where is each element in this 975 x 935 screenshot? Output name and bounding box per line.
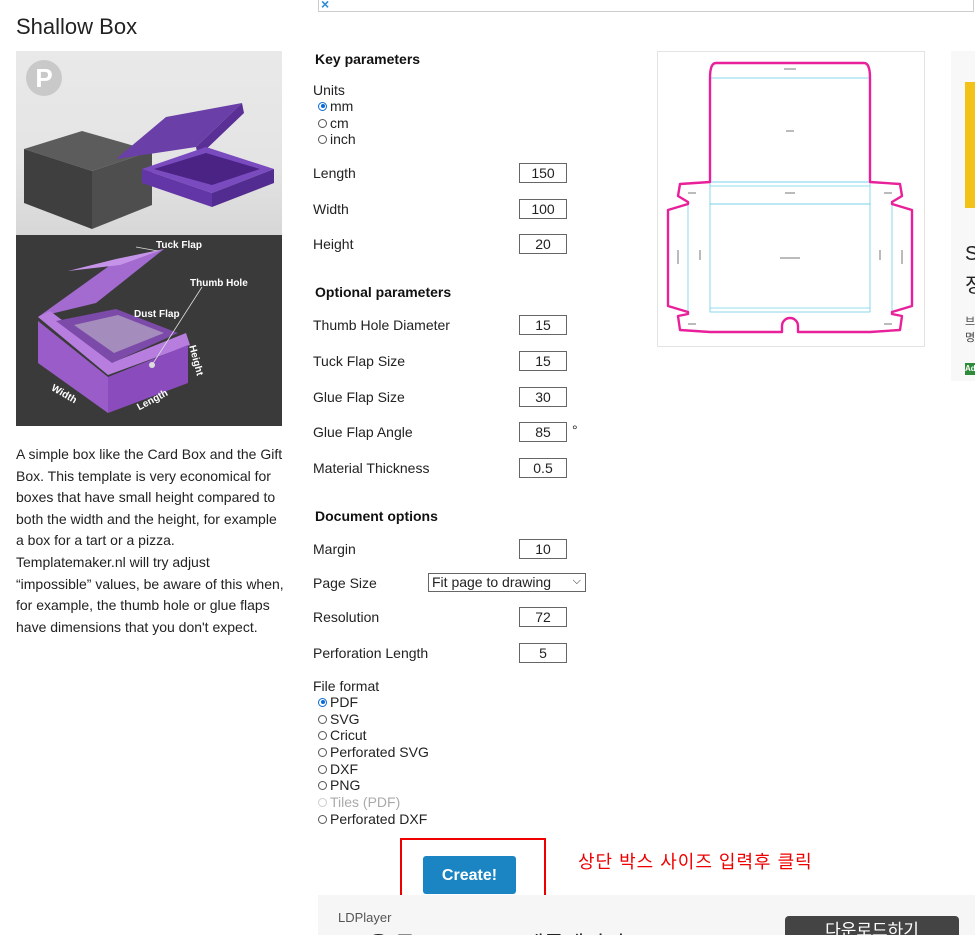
ad-badge: Ad bbox=[965, 363, 975, 375]
unit-option-mm[interactable]: mm bbox=[313, 98, 356, 115]
radio-icon[interactable] bbox=[318, 118, 327, 128]
length-input[interactable] bbox=[519, 163, 567, 183]
ad-close-icon[interactable]: × bbox=[321, 0, 329, 12]
product-photo: P bbox=[16, 51, 282, 235]
perforation-input[interactable] bbox=[519, 643, 567, 663]
bottom-ad-banner[interactable]: LDPlayer PC용 무료 Android 에뮬레이터 다운로드하기 bbox=[318, 895, 975, 935]
box-diagram-image: Tuck Flap Thumb Hole Dust Flap Height Wi… bbox=[16, 235, 282, 426]
page-title: Shallow Box bbox=[16, 14, 138, 39]
format-option-tiles-pdf: Tiles (PDF) bbox=[313, 794, 429, 811]
pinterest-icon[interactable]: P bbox=[26, 60, 62, 96]
annotation-text: 상단 박스 사이즈 입력후 클릭 bbox=[578, 852, 813, 872]
format-option-cricut[interactable]: Cricut bbox=[313, 727, 429, 744]
ad-image bbox=[965, 82, 975, 208]
margin-input[interactable] bbox=[519, 539, 567, 559]
create-button[interactable]: Create! bbox=[423, 856, 516, 894]
format-option-perforated-svg[interactable]: Perforated SVG bbox=[313, 744, 429, 761]
margin-field-label: Margin bbox=[313, 541, 356, 557]
glue-flap-input[interactable] bbox=[519, 387, 567, 407]
degree-unit: ° bbox=[572, 422, 578, 438]
resolution-field-label: Resolution bbox=[313, 609, 380, 625]
radio-disabled-icon bbox=[318, 797, 327, 807]
ad-text: 명 bbox=[965, 332, 975, 344]
die-line-drawing bbox=[666, 61, 914, 334]
format-option-pdf[interactable]: PDF bbox=[313, 694, 429, 711]
width-input[interactable] bbox=[519, 199, 567, 219]
file-format-radio-group: PDF SVG Cricut Perforated SVG DXF PNG Ti… bbox=[313, 694, 429, 828]
radio-icon[interactable] bbox=[318, 714, 327, 724]
radio-icon[interactable] bbox=[318, 731, 327, 741]
radio-icon[interactable] bbox=[318, 135, 327, 145]
unit-option-inch[interactable]: inch bbox=[313, 131, 356, 148]
page-size-select[interactable]: Fit page to drawing ⌵ bbox=[428, 573, 586, 592]
top-ad-banner[interactable]: × bbox=[318, 0, 974, 12]
glue-angle-field-label: Glue Flap Angle bbox=[313, 424, 413, 440]
tuck-flap-label: Tuck Flap bbox=[156, 240, 202, 251]
key-parameters-heading: Key parameters bbox=[315, 51, 421, 67]
template-preview[interactable] bbox=[657, 51, 925, 347]
dust-flap-label: Dust Flap bbox=[134, 309, 180, 320]
radio-icon[interactable] bbox=[318, 814, 327, 824]
tuck-flap-field-label: Tuck Flap Size bbox=[313, 353, 406, 369]
template-description: A simple box like the Card Box and the G… bbox=[16, 446, 284, 635]
thickness-input[interactable] bbox=[519, 458, 567, 478]
radio-icon[interactable] bbox=[318, 747, 327, 757]
units-radio-group: mm cm inch bbox=[313, 98, 356, 148]
length-field-label: Length bbox=[313, 165, 356, 181]
thumb-hole-field-label: Thumb Hole Diameter bbox=[313, 317, 450, 333]
height-field-label: Height bbox=[313, 236, 354, 252]
page-size-field-label: Page Size bbox=[313, 575, 377, 591]
radio-selected-icon[interactable] bbox=[318, 101, 327, 111]
units-label: Units bbox=[313, 82, 345, 98]
ad-headline[interactable]: PC용 무료 Android 에뮬레이터 bbox=[338, 927, 625, 935]
thumb-hole-label: Thumb Hole bbox=[190, 278, 248, 289]
document-options-heading: Document options bbox=[315, 508, 438, 524]
unit-option-cm[interactable]: cm bbox=[313, 115, 356, 132]
ad-brand: LDPlayer bbox=[338, 910, 392, 925]
thickness-field-label: Material Thickness bbox=[313, 460, 430, 476]
ad-text: S bbox=[965, 243, 975, 265]
height-input[interactable] bbox=[519, 234, 567, 254]
glue-flap-field-label: Glue Flap Size bbox=[313, 389, 405, 405]
radio-icon[interactable] bbox=[318, 781, 327, 791]
format-option-perforated-dxf[interactable]: Perforated DXF bbox=[313, 811, 429, 828]
format-option-dxf[interactable]: DXF bbox=[313, 761, 429, 778]
ad-text: 정 bbox=[965, 275, 975, 297]
tuck-flap-input[interactable] bbox=[519, 351, 567, 371]
ad-text: 브 bbox=[965, 316, 975, 328]
file-format-label: File format bbox=[313, 678, 380, 694]
right-ad-banner[interactable]: S 정 브 명 Ad bbox=[951, 51, 975, 381]
radio-icon[interactable] bbox=[318, 764, 327, 774]
format-option-png[interactable]: PNG bbox=[313, 777, 429, 794]
format-option-svg[interactable]: SVG bbox=[313, 711, 429, 728]
ad-download-button[interactable]: 다운로드하기 bbox=[785, 916, 959, 935]
width-field-label: Width bbox=[313, 201, 349, 217]
radio-selected-icon[interactable] bbox=[318, 697, 327, 707]
glue-angle-input[interactable] bbox=[519, 422, 567, 442]
perforation-field-label: Perforation Length bbox=[313, 645, 429, 661]
optional-parameters-heading: Optional parameters bbox=[315, 284, 452, 300]
thumb-hole-input[interactable] bbox=[519, 315, 567, 335]
chevron-down-icon: ⌵ bbox=[572, 575, 581, 587]
resolution-input[interactable] bbox=[519, 607, 567, 627]
